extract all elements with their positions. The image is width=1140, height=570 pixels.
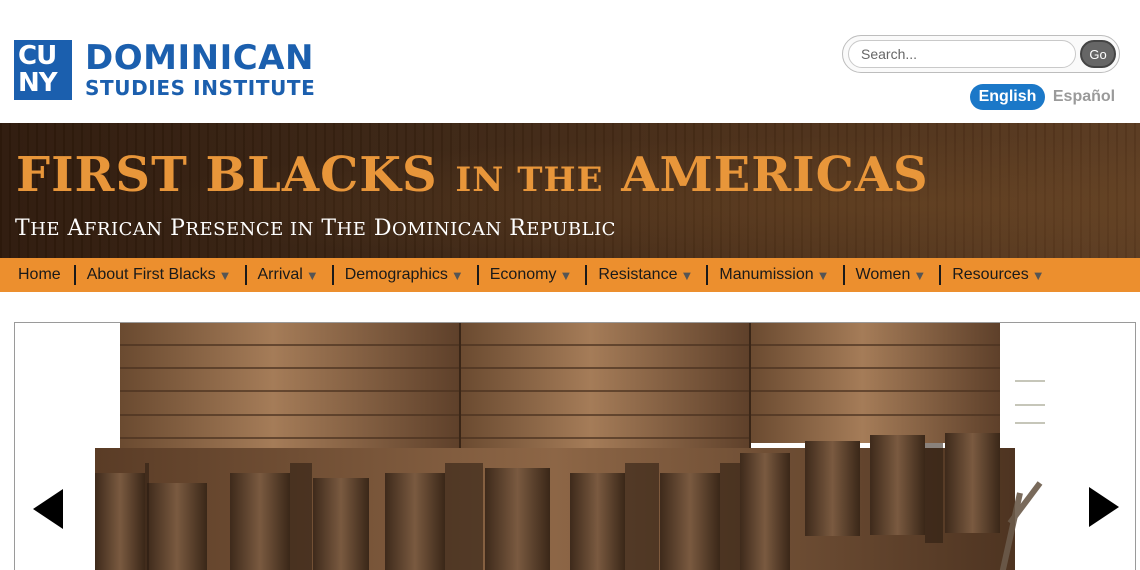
subtitle-cap: P bbox=[170, 216, 186, 241]
cuny-logo-line1: CU bbox=[18, 41, 57, 71]
site-title-part3: AMERICAS bbox=[621, 147, 929, 203]
nav-item-label: About First Blacks bbox=[86, 266, 216, 283]
site-title-part2: IN THE bbox=[455, 160, 604, 200]
sugar-mill-rollers-image bbox=[95, 323, 1045, 570]
subtitle-cap: A bbox=[67, 216, 84, 241]
nav-item-label: Resources bbox=[952, 266, 1029, 283]
caret-down-icon: ▼ bbox=[680, 267, 694, 283]
nav-item-demographics[interactable]: Demographics ▼ bbox=[345, 258, 464, 292]
search-form: Go bbox=[842, 35, 1120, 73]
nav-divider bbox=[939, 265, 942, 285]
nav-item-economy[interactable]: Economy ▼ bbox=[490, 258, 573, 292]
slider-next-button[interactable] bbox=[1087, 485, 1121, 529]
caret-down-icon: ▼ bbox=[1031, 267, 1045, 283]
nav-divider bbox=[842, 265, 845, 285]
arrow-left-icon bbox=[33, 489, 63, 529]
caret-down-icon: ▼ bbox=[913, 267, 927, 283]
nav-item-label: Arrival bbox=[257, 266, 303, 283]
nav-divider bbox=[585, 265, 588, 285]
nav-divider bbox=[331, 265, 334, 285]
language-english-button[interactable]: English bbox=[970, 84, 1045, 110]
institute-name: DOMINICAN STUDIES INSTITUTE bbox=[85, 40, 315, 100]
arrow-right-icon bbox=[1089, 487, 1119, 527]
subtitle-cap: R bbox=[509, 216, 527, 241]
nav-item-about-first-blacks[interactable]: About First Blacks ▼ bbox=[87, 258, 232, 292]
nav-item-manumission[interactable]: Manumission ▼ bbox=[719, 258, 829, 292]
cuny-dsi-logo[interactable]: CU NY DOMINICAN STUDIES INSTITUTE bbox=[14, 40, 315, 100]
nav-item-label: Resistance bbox=[598, 266, 678, 283]
nav-item-resources[interactable]: Resources ▼ bbox=[952, 258, 1044, 292]
nav-item-label: Demographics bbox=[344, 266, 448, 283]
subtitle-smallcaps: FRICAN bbox=[83, 219, 163, 240]
nav-item-resistance[interactable]: Resistance ▼ bbox=[598, 258, 693, 292]
subtitle-smallcaps: OMINICAN bbox=[392, 219, 502, 240]
caret-down-icon: ▼ bbox=[816, 267, 830, 283]
cuny-logo-mark: CU NY bbox=[14, 40, 72, 100]
subtitle-smallcaps: EPUBLIC bbox=[526, 219, 616, 240]
site-title-part1: FIRST BLACKS bbox=[16, 147, 438, 203]
subtitle-smallcaps: RESENCE IN bbox=[185, 219, 314, 240]
caret-down-icon: ▼ bbox=[559, 267, 573, 283]
image-slider bbox=[14, 322, 1136, 570]
subtitle-cap: T bbox=[15, 216, 31, 241]
caret-down-icon: ▼ bbox=[450, 267, 464, 283]
site-title: FIRST BLACKS IN THE AMERICAS bbox=[16, 145, 929, 210]
search-input[interactable] bbox=[848, 40, 1076, 68]
institute-name-line2: STUDIES INSTITUTE bbox=[85, 76, 316, 100]
nav-divider bbox=[476, 265, 479, 285]
site-banner: FIRST BLACKS IN THE AMERICAS THE AFRICAN… bbox=[0, 123, 1140, 258]
nav-item-arrival[interactable]: Arrival ▼ bbox=[258, 258, 319, 292]
institute-name-line1: DOMINICAN bbox=[85, 38, 314, 78]
nav-item-label: Manumission bbox=[719, 266, 814, 283]
nav-item-home[interactable]: Home bbox=[18, 258, 61, 292]
subtitle-smallcaps: HE bbox=[336, 219, 367, 240]
caret-down-icon: ▼ bbox=[218, 267, 232, 283]
nav-item-women[interactable]: Women ▼ bbox=[856, 258, 927, 292]
site-header: CU NY DOMINICAN STUDIES INSTITUTE Go Eng… bbox=[0, 0, 1140, 123]
nav-item-label: Women bbox=[855, 266, 911, 283]
language-espanol-button[interactable]: Español bbox=[1052, 84, 1116, 110]
subtitle-cap: T bbox=[321, 216, 337, 241]
nav-item-label: Economy bbox=[489, 266, 557, 283]
search-go-button[interactable]: Go bbox=[1080, 40, 1116, 68]
site-subtitle: THE AFRICAN PRESENCE IN THE DOMINICAN RE… bbox=[15, 215, 616, 244]
main-nav: Home About First Blacks ▼ Arrival ▼ Demo… bbox=[0, 258, 1140, 292]
subtitle-cap: D bbox=[373, 216, 393, 241]
page: CU NY DOMINICAN STUDIES INSTITUTE Go Eng… bbox=[0, 0, 1140, 570]
nav-item-label: Home bbox=[18, 266, 61, 283]
nav-divider bbox=[244, 265, 247, 285]
nav-divider bbox=[73, 265, 76, 285]
subtitle-smallcaps: HE bbox=[30, 219, 61, 240]
slider-prev-button[interactable] bbox=[31, 487, 65, 531]
cuny-logo-line2: NY bbox=[18, 68, 58, 98]
nav-divider bbox=[706, 265, 709, 285]
caret-down-icon: ▼ bbox=[305, 267, 319, 283]
